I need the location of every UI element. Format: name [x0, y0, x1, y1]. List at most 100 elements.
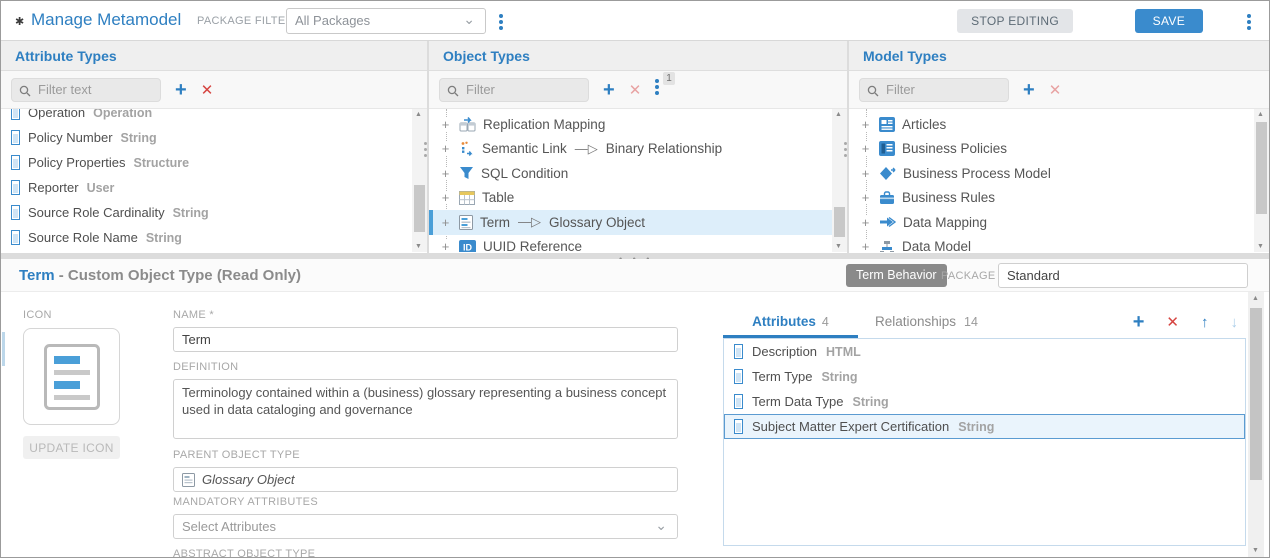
- list-item[interactable]: Source Role Name String: [1, 225, 427, 250]
- object-types-panel: Object Types + ✕ 1 +: [429, 41, 847, 253]
- tab-attributes[interactable]: Attributes4: [723, 309, 858, 338]
- tree-item-selected[interactable]: + Term —▷ Glossary Object: [429, 210, 847, 235]
- expand-plus-icon[interactable]: +: [439, 216, 452, 229]
- model-list-scrollbar[interactable]: ▲ ▼: [1254, 109, 1269, 252]
- tree-item[interactable]: + SQL Condition: [429, 161, 847, 186]
- expand-plus-icon[interactable]: +: [859, 142, 872, 155]
- tree-item[interactable]: + Replication Mapping: [429, 112, 847, 137]
- attribute-icon: [11, 109, 20, 120]
- list-item[interactable]: Operation Operation: [1, 109, 427, 125]
- expand-plus-icon[interactable]: +: [439, 142, 452, 155]
- list-item[interactable]: Description HTML: [724, 339, 1245, 364]
- move-up-icon[interactable]: ↑: [1201, 314, 1209, 331]
- scroll-down-icon[interactable]: ▼: [835, 243, 842, 250]
- tree-item[interactable]: + Business Process Model: [849, 161, 1269, 186]
- articles-icon: [879, 117, 895, 132]
- term-behavior-button[interactable]: Term Behavior: [846, 264, 947, 287]
- object-types-menu-icon[interactable]: 1: [655, 77, 659, 102]
- term-document-icon-large: [44, 344, 100, 410]
- list-item[interactable]: [1, 250, 427, 252]
- delete-attribute-icon[interactable]: ✕: [1166, 313, 1179, 331]
- tree-item[interactable]: + Semantic Link —▷ Binary Relationship: [429, 137, 847, 162]
- scroll-up-icon[interactable]: ▲: [1257, 111, 1264, 118]
- package-filter-select[interactable]: All Packages ⌄: [286, 8, 486, 34]
- tree-item[interactable]: + ID UUID Reference: [429, 235, 847, 253]
- name-input[interactable]: [173, 327, 678, 352]
- scroll-thumb[interactable]: [414, 185, 425, 232]
- parent-object-type-label: PARENT OBJECT TYPE: [173, 449, 678, 461]
- scroll-down-icon[interactable]: ▼: [415, 243, 422, 250]
- package-input[interactable]: [998, 263, 1248, 288]
- attribute-icon: [11, 130, 20, 145]
- list-item[interactable]: Source Role Cardinality String: [1, 200, 427, 225]
- object-types-list: + Replication Mapping + Semantic Link —▷…: [429, 109, 847, 252]
- left-scroll-thumb[interactable]: [2, 332, 5, 366]
- sql-condition-icon: [459, 166, 474, 180]
- table-icon: [459, 191, 475, 205]
- object-filter-input[interactable]: [466, 79, 584, 101]
- scroll-thumb[interactable]: [1256, 122, 1267, 214]
- delete-attribute-type-icon[interactable]: ✕: [201, 81, 214, 99]
- list-item[interactable]: Term Data Type String: [724, 389, 1245, 414]
- scroll-up-icon[interactable]: ▲: [415, 111, 422, 118]
- data-model-icon: [879, 240, 895, 252]
- list-item[interactable]: Policy Properties Structure: [1, 150, 427, 175]
- expand-plus-icon[interactable]: +: [439, 191, 452, 204]
- scroll-down-icon[interactable]: ▼: [1257, 243, 1264, 250]
- favorite-star-icon[interactable]: ✱: [15, 15, 24, 28]
- attribute-types-title: Attribute Types: [15, 48, 117, 64]
- delete-model-type-icon[interactable]: ✕: [1049, 81, 1062, 99]
- parent-object-type-input[interactable]: Glossary Object: [173, 467, 678, 492]
- chevron-down-icon: ⌄: [463, 7, 475, 31]
- tree-item[interactable]: + Data Mapping: [849, 210, 1269, 235]
- tab-relationships[interactable]: Relationships14: [863, 309, 990, 338]
- delete-object-type-icon[interactable]: ✕: [629, 81, 642, 99]
- scroll-up-icon[interactable]: ▲: [835, 111, 842, 118]
- attribute-types-list: Operation Operation Policy Number String…: [1, 109, 427, 252]
- replication-mapping-icon: [459, 117, 476, 132]
- attribute-list-scrollbar[interactable]: ▲ ▼: [412, 109, 427, 252]
- expand-plus-icon[interactable]: +: [859, 216, 872, 229]
- top-right-menu-icon[interactable]: [1247, 12, 1251, 32]
- list-item[interactable]: Term Type String: [724, 364, 1245, 389]
- attribute-filter-input[interactable]: [38, 79, 156, 101]
- list-item[interactable]: Reporter User: [1, 175, 427, 200]
- model-filter-input[interactable]: [886, 79, 1004, 101]
- update-icon-button[interactable]: UPDATE ICON: [23, 436, 120, 459]
- stop-editing-button[interactable]: STOP EDITING: [957, 9, 1073, 33]
- definition-textarea[interactable]: Terminology contained within a (business…: [173, 379, 678, 439]
- scroll-up-icon[interactable]: ▲: [1252, 295, 1259, 302]
- tree-item[interactable]: + Table: [429, 186, 847, 211]
- add-attribute-icon[interactable]: +: [1133, 312, 1145, 332]
- attribute-icon: [734, 369, 743, 384]
- expand-plus-icon[interactable]: +: [859, 118, 872, 131]
- tree-item[interactable]: + Business Policies: [849, 137, 1269, 162]
- scroll-thumb[interactable]: [1250, 308, 1262, 480]
- list-item[interactable]: Policy Number String: [1, 125, 427, 150]
- add-object-type-icon[interactable]: +: [603, 80, 615, 100]
- expand-plus-icon[interactable]: +: [859, 240, 872, 252]
- list-item-selected[interactable]: Subject Matter Expert Certification Stri…: [724, 414, 1245, 439]
- tree-item[interactable]: + Business Rules: [849, 186, 1269, 211]
- tree-item[interactable]: + Articles: [849, 112, 1269, 137]
- expand-plus-icon[interactable]: +: [439, 240, 452, 252]
- model-types-list: + Articles + Business Policies +: [849, 109, 1269, 252]
- scroll-thumb[interactable]: [834, 207, 845, 237]
- object-types-title: Object Types: [443, 48, 530, 64]
- add-attribute-type-icon[interactable]: +: [175, 80, 187, 100]
- move-down-icon[interactable]: ↓: [1231, 314, 1239, 331]
- search-icon: [19, 84, 31, 102]
- detail-scrollbar[interactable]: ▲ ▼: [1248, 292, 1264, 557]
- mandatory-attributes-select[interactable]: Select Attributes ⌄: [173, 514, 678, 539]
- save-button[interactable]: SAVE: [1135, 9, 1203, 33]
- tree-item[interactable]: + Data Model: [849, 235, 1269, 253]
- header-menu-icon[interactable]: [499, 12, 503, 32]
- add-model-type-icon[interactable]: +: [1023, 80, 1035, 100]
- semantic-link-icon: [459, 141, 475, 156]
- expand-plus-icon[interactable]: +: [439, 118, 452, 131]
- expand-plus-icon[interactable]: +: [859, 167, 872, 180]
- object-list-scrollbar[interactable]: ▲ ▼: [832, 109, 847, 252]
- scroll-down-icon[interactable]: ▼: [1252, 547, 1259, 554]
- expand-plus-icon[interactable]: +: [859, 191, 872, 204]
- expand-plus-icon[interactable]: +: [439, 167, 452, 180]
